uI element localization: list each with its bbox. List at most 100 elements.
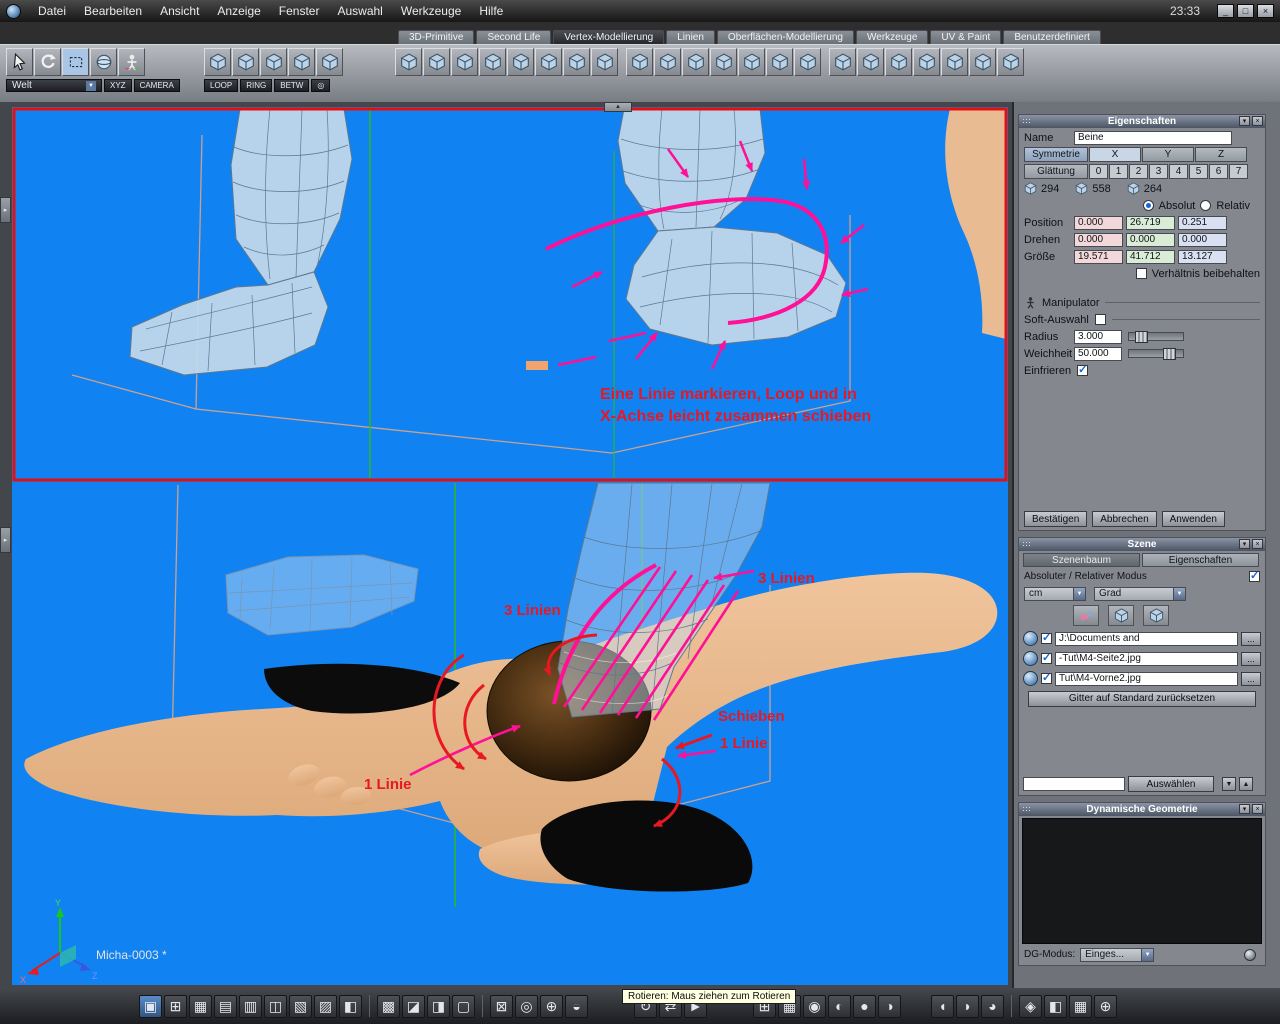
layout-single-view-icon[interactable]: ▣ — [139, 994, 162, 1018]
properties-titlebar[interactable]: Eigenschaften ▾ × — [1019, 115, 1265, 128]
loop-options-icon[interactable]: ◎ — [311, 79, 331, 92]
position-x-input[interactable] — [1074, 215, 1123, 230]
layout-grid-icon[interactable]: ⊞ — [164, 994, 187, 1018]
softness-slider-thumb[interactable] — [1163, 348, 1176, 360]
softness-slider[interactable] — [1128, 348, 1184, 360]
tab-uv-paint[interactable]: UV & Paint — [930, 30, 1002, 44]
dynamic-geometry-list[interactable] — [1022, 818, 1262, 944]
minimize-button[interactable]: _ — [1217, 4, 1234, 18]
modeling-tool-button[interactable] — [682, 48, 709, 76]
grid-cube-button[interactable] — [1108, 605, 1134, 626]
modeling-tool-button[interactable] — [423, 48, 450, 76]
axis-x-button[interactable]: X — [1089, 147, 1141, 162]
rotate-y-input[interactable] — [1126, 232, 1175, 247]
select-button[interactable]: Auswählen — [1128, 776, 1214, 792]
smoothing-level-6[interactable]: 6 — [1209, 164, 1228, 179]
tab-oberflaechen-modellierung[interactable]: Oberflächen-Modellierung — [716, 30, 854, 44]
image-path-input[interactable] — [1055, 651, 1238, 666]
dropdown-arrow-icon[interactable]: ▼ — [1141, 948, 1154, 961]
menu-ansicht[interactable]: Ansicht — [151, 0, 208, 22]
smoothing-level-7[interactable]: 7 — [1229, 164, 1248, 179]
list-down-button[interactable]: ▼ — [1222, 777, 1236, 791]
image-sphere-icon[interactable] — [1023, 651, 1038, 666]
snap-icon[interactable]: ⊕ — [540, 994, 563, 1018]
modeling-tool-button[interactable] — [794, 48, 821, 76]
zoom-icon[interactable]: ◎ — [515, 994, 538, 1018]
globe-icon[interactable]: ◉ — [803, 994, 826, 1018]
modeling-tool-button[interactable] — [591, 48, 618, 76]
shading-icon[interactable]: ● — [853, 994, 876, 1018]
size-x-input[interactable] — [1074, 249, 1123, 264]
ring-button[interactable]: RING — [240, 79, 273, 92]
panel-close-button[interactable]: × — [1252, 539, 1263, 549]
tab-linien[interactable]: Linien — [666, 30, 715, 44]
shading-icon[interactable]: ◐ — [828, 994, 851, 1018]
viewport-canvas[interactable]: 3 Linien 3 Linien Schieben 1 Linie 1 Lin… — [12, 107, 1008, 985]
size-z-input[interactable] — [1178, 249, 1227, 264]
layout-diagonal-icon[interactable]: ▨ — [314, 994, 337, 1018]
radius-input[interactable] — [1074, 329, 1122, 344]
size-y-input[interactable] — [1126, 249, 1175, 264]
tab-benutzerdefiniert[interactable]: Benutzerdefiniert — [1003, 30, 1101, 44]
tab-eigenschaften[interactable]: Eigenschaften — [1142, 553, 1259, 567]
smoothing-level-5[interactable]: 5 — [1189, 164, 1208, 179]
panel-close-button[interactable]: × — [1252, 804, 1263, 814]
angle-unit-dropdown[interactable]: Grad ▼ — [1094, 586, 1186, 601]
layout-half-icon[interactable]: ◧ — [339, 994, 362, 1018]
modeling-tool-button[interactable] — [563, 48, 590, 76]
sphere-tool-button[interactable] — [90, 48, 117, 76]
eraser-tool-button[interactable] — [1073, 605, 1099, 626]
browse-button[interactable]: ... — [1241, 671, 1261, 686]
betw-button[interactable]: BETW — [274, 79, 310, 92]
image-path-input[interactable] — [1055, 631, 1238, 646]
modeling-tool-button[interactable] — [395, 48, 422, 76]
dg-mode-dropdown[interactable]: Einges... ▼ — [1080, 947, 1155, 962]
loop-button[interactable]: LOOP — [204, 79, 239, 92]
rotate-tool-button[interactable] — [34, 48, 61, 76]
xyz-button[interactable]: XYZ — [104, 79, 132, 92]
panel-collapse-button[interactable]: ▾ — [1239, 804, 1250, 814]
grid-plane-button[interactable] — [1143, 605, 1169, 626]
browse-button[interactable]: ... — [1241, 631, 1261, 646]
view-grid-icon[interactable]: ▩ — [377, 994, 400, 1018]
layout-grid-icon[interactable]: ▦ — [189, 994, 212, 1018]
modeling-tool-button[interactable] — [626, 48, 653, 76]
rotate-x-input[interactable] — [1074, 232, 1123, 247]
modeling-tool-button[interactable] — [941, 48, 968, 76]
material-icon[interactable]: ◧ — [1044, 994, 1067, 1018]
view-grid-icon[interactable]: ◨ — [427, 994, 450, 1018]
menu-werkzeuge[interactable]: Werkzeuge — [392, 0, 470, 22]
manipulator-figure-button[interactable] — [118, 48, 145, 76]
dropdown-arrow-icon[interactable]: ▼ — [1173, 587, 1185, 600]
modeling-tool-button[interactable] — [710, 48, 737, 76]
edge-tool-button[interactable] — [260, 48, 287, 76]
modeling-tool-button[interactable] — [829, 48, 856, 76]
dropdown-arrow-icon[interactable]: ▼ — [1073, 587, 1085, 600]
shading-icon[interactable]: ◑ — [878, 994, 901, 1018]
select-cursor-button[interactable] — [6, 48, 33, 76]
edge-tool-button[interactable] — [204, 48, 231, 76]
panel-handle[interactable]: ▸ — [0, 527, 11, 553]
modeling-tool-button[interactable] — [997, 48, 1024, 76]
world-selector[interactable]: Welt ▼ — [6, 79, 102, 92]
modeling-tool-button[interactable] — [885, 48, 912, 76]
menu-bearbeiten[interactable]: Bearbeiten — [75, 0, 151, 22]
reset-grid-button[interactable]: Gitter auf Standard zurücksetzen — [1028, 690, 1256, 707]
apply-button[interactable]: Anwenden — [1161, 511, 1225, 527]
axis-y-button[interactable]: Y — [1142, 147, 1194, 162]
cancel-button[interactable]: Abbrechen — [1092, 511, 1157, 527]
dynamic-geometry-titlebar[interactable]: Dynamische Geometrie ▾ × — [1019, 803, 1265, 816]
tab-vertex-modellierung[interactable]: Vertex-Modellierung — [553, 30, 665, 44]
freeze-checkbox[interactable] — [1077, 363, 1089, 376]
mode-checkbox[interactable] — [1249, 569, 1260, 582]
maximize-button[interactable]: □ — [1237, 4, 1254, 18]
image-sphere-icon[interactable] — [1023, 671, 1038, 686]
close-button[interactable]: × — [1257, 4, 1274, 18]
smoothing-level-3[interactable]: 3 — [1149, 164, 1168, 179]
select-rect-icon[interactable]: ⊠ — [490, 994, 513, 1018]
selection-name-input[interactable] — [1023, 777, 1125, 791]
layout-columns-icon[interactable]: ◫ — [264, 994, 287, 1018]
layout-diagonal-icon[interactable]: ▧ — [289, 994, 312, 1018]
position-y-input[interactable] — [1126, 215, 1175, 230]
image-visible-checkbox[interactable] — [1041, 671, 1052, 684]
